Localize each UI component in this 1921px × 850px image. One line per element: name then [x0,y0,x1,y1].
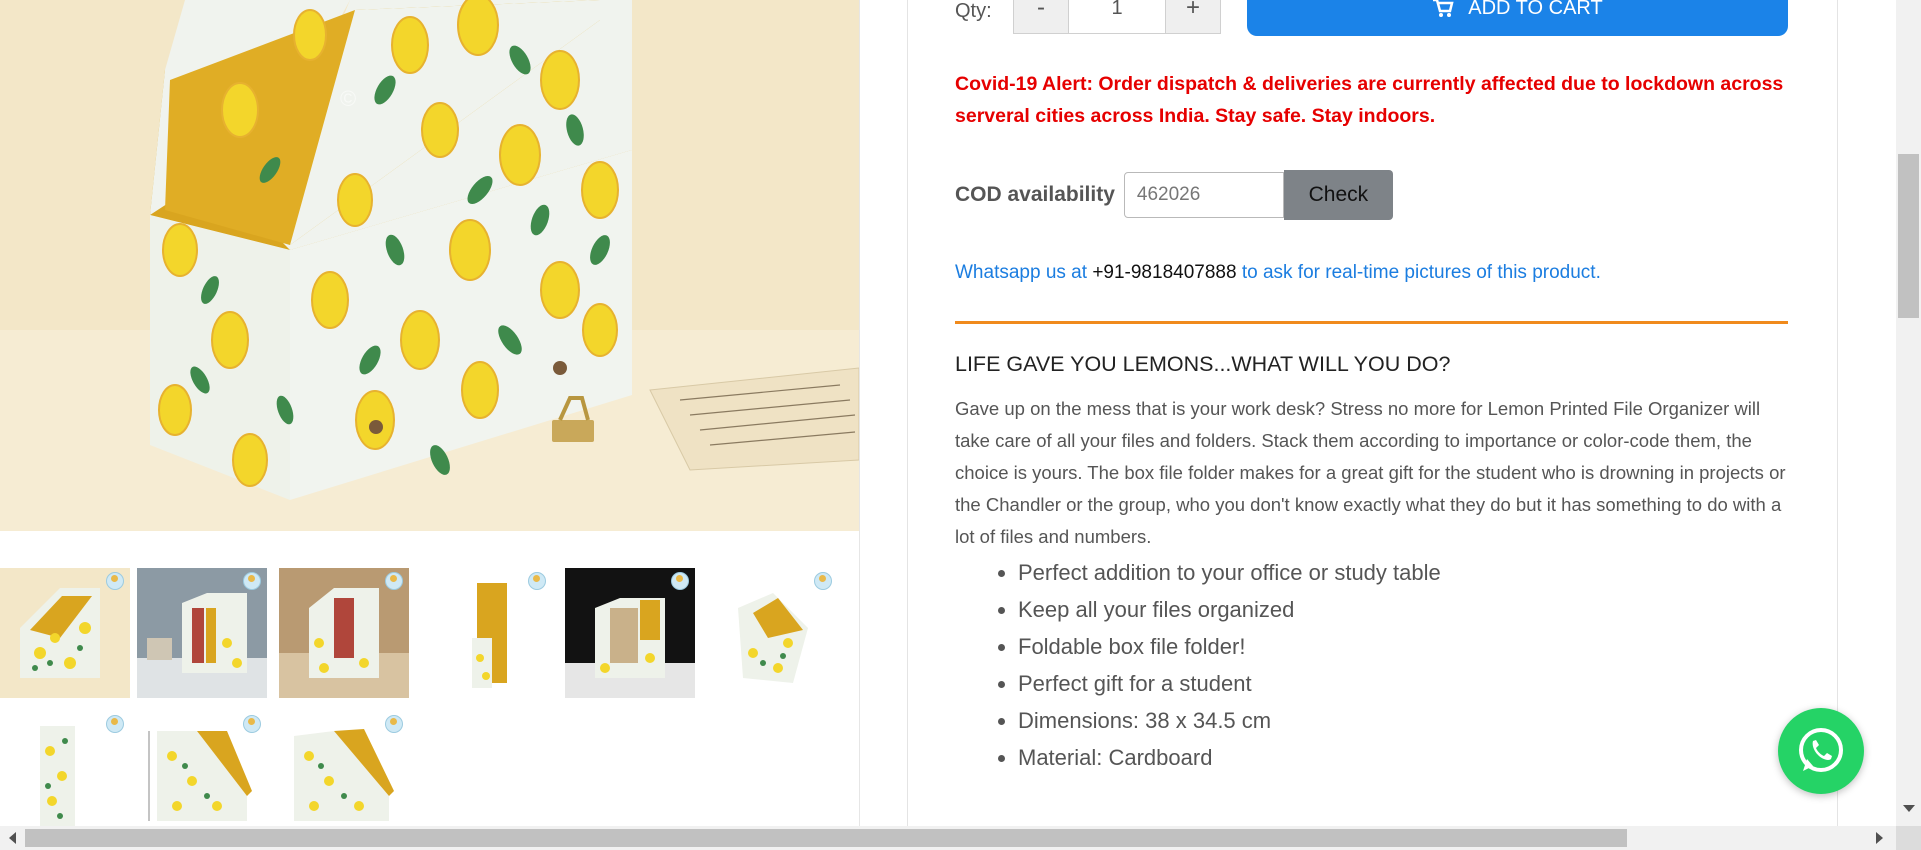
thumbnail-2[interactable] [137,568,267,698]
thumbnail-8[interactable] [137,711,267,841]
thumbnail-7[interactable] [0,711,130,841]
qty-label: Qty: [955,0,992,22]
thumbnail-1[interactable] [0,568,130,698]
badge-icon [243,715,261,733]
product-main-image[interactable]: © [0,0,859,531]
feature-item: Keep all your files organized [1018,591,1441,628]
add-to-cart-label: ADD TO CART [1468,0,1603,19]
thumbnail-6[interactable] [708,568,838,698]
feature-item: Perfect gift for a student [1018,665,1441,702]
qty-increase-button[interactable]: + [1166,0,1220,33]
feature-list: Perfect addition to your office or study… [955,554,1441,776]
whatsapp-icon [1799,728,1843,772]
feature-item: Material: Cardboard [1018,739,1441,776]
scrollbar-corner [1896,826,1921,850]
feature-item: Foldable box file folder! [1018,628,1441,665]
quantity-stepper: - 1 + [1013,0,1221,34]
whatsapp-prefix: Whatsapp us at [955,262,1088,283]
scroll-left-arrow-icon[interactable] [9,832,16,844]
product-photo [0,0,859,531]
description-body: Gave up on the mess that is your work de… [955,398,1786,547]
vertical-scroll-thumb[interactable] [1898,154,1919,318]
badge-icon [528,572,546,590]
scroll-down-arrow-icon[interactable] [1903,805,1915,812]
section-divider [955,321,1788,324]
covid-alert: Covid-19 Alert: Order dispatch & deliver… [955,73,1784,127]
horizontal-scrollbar[interactable] [0,826,1896,850]
pincode-input[interactable] [1123,172,1284,218]
badge-icon [385,715,403,733]
add-to-cart-button[interactable]: ADD TO CART [1247,0,1788,36]
thumbnail-5[interactable] [565,568,695,698]
whatsapp-phone-link[interactable]: +91-9818407888 [1092,262,1236,283]
cart-icon [1433,0,1454,17]
scroll-right-arrow-icon[interactable] [1876,832,1883,844]
vertical-scrollbar[interactable] [1896,0,1921,826]
feature-item: Perfect addition to your office or study… [1018,554,1441,591]
badge-icon [814,572,832,590]
cod-label: COD availability [955,183,1115,206]
badge-icon [243,572,261,590]
feature-item: Dimensions: 38 x 34.5 cm [1018,702,1441,739]
cod-check: COD availability Check [955,170,1393,220]
badge-icon [385,572,403,590]
thumbnail-3[interactable] [279,568,409,698]
column-divider [859,0,860,826]
thumbnail-gallery [0,568,859,841]
description-title: LIFE GAVE YOU LEMONS...WHAT WILL YOU DO? [955,352,1451,376]
qty-decrease-button[interactable]: - [1014,0,1068,33]
whatsapp-suffix: to ask for real-time pictures of this pr… [1241,262,1601,283]
whatsapp-chat-button[interactable] [1778,708,1864,794]
image-watermark: © [340,86,357,111]
badge-icon [671,572,689,590]
whatsapp-contact-line: Whatsapp us at +91-9818407888 to ask for… [955,262,1601,284]
qty-input[interactable]: 1 [1068,0,1166,33]
horizontal-scroll-thumb[interactable] [25,829,1627,847]
thumbnail-4[interactable] [422,568,552,698]
badge-icon [106,572,124,590]
thumbnail-9[interactable] [279,711,409,841]
cod-check-button[interactable]: Check [1283,170,1393,220]
badge-icon [106,715,124,733]
